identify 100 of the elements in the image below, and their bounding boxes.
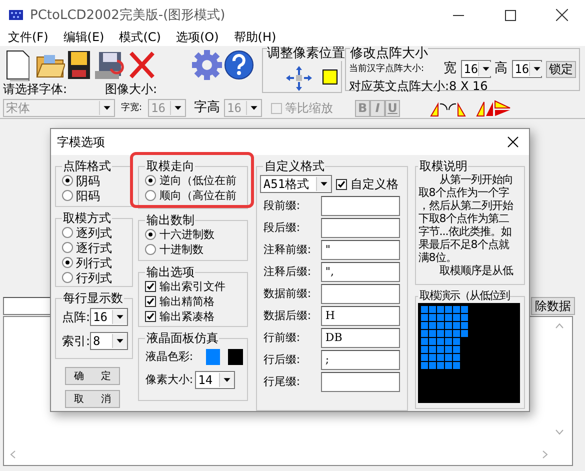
menu-item[interactable]: 模式(C) <box>119 30 161 46</box>
radio-label: 逆向（低位在前 <box>159 174 236 188</box>
text-field[interactable] <box>321 284 400 304</box>
menu-item[interactable]: 选项(O) <box>176 30 219 46</box>
font-label: 请选择字体: <box>3 82 68 96</box>
help-icon[interactable] <box>223 49 255 81</box>
radio-button[interactable] <box>62 190 73 201</box>
prefix-label: 行尾缀: <box>263 375 302 389</box>
checkbox[interactable] <box>336 178 348 190</box>
radio-label: 阴码 <box>76 174 100 188</box>
close-icon[interactable] <box>507 136 519 148</box>
prefix-label: 数据前缀: <box>263 287 312 301</box>
save-icon[interactable] <box>65 49 93 81</box>
menu-item[interactable]: 文件(F) <box>8 30 48 46</box>
caret-icon <box>112 310 128 324</box>
lcd-color-label: 液晶色彩: <box>145 350 194 364</box>
radio-label: 逐行式 <box>76 240 112 254</box>
english-size-label: 对应英文点阵大小:8 X 16 <box>349 79 489 93</box>
radio-button[interactable] <box>62 175 73 186</box>
char-width-label: 字宽: <box>121 102 142 115</box>
dot-label: 点阵: <box>62 310 90 324</box>
group-title: 自定义格式 <box>263 159 326 173</box>
menu-item[interactable]: 编辑(E) <box>63 30 104 46</box>
prefix-label: 注释前缀: <box>263 243 312 257</box>
clear-data-button[interactable]: 除数据 <box>531 297 575 315</box>
checkbox-label: 输出索引文件 <box>159 280 226 294</box>
radio-label: 逐列式 <box>76 226 112 240</box>
radio-button[interactable] <box>62 257 73 268</box>
group-title: 取模方式 <box>62 211 112 225</box>
radio-button[interactable] <box>62 242 73 253</box>
caret-icon <box>112 334 128 348</box>
caret-icon <box>529 62 544 76</box>
save-as-icon[interactable] <box>93 49 127 81</box>
group-title: 取模走向 <box>145 159 196 173</box>
window-title: PCtoLCD2002完美版-(图形模式) <box>30 7 226 24</box>
text-field[interactable]: ; <box>321 350 400 370</box>
text-field[interactable]: DB <box>321 328 400 348</box>
radio-button[interactable] <box>145 229 156 240</box>
delete-icon[interactable] <box>127 49 157 81</box>
move-pixels-icon[interactable] <box>285 65 339 92</box>
checkbox[interactable] <box>145 311 156 322</box>
group-title: 液晶面板仿真 <box>145 331 220 345</box>
text-field[interactable] <box>321 372 400 392</box>
group-title: 点阵格式 <box>62 159 112 173</box>
radio-button[interactable] <box>145 190 156 201</box>
format-dropdown[interactable]: A51格式 <box>260 175 332 193</box>
radio-button[interactable] <box>62 272 73 283</box>
rotate-icon[interactable] <box>448 100 466 116</box>
explanation-text: 从第一列开始向 取8个点作为一个字 ，然后从第二列开始 下取8个点作为第二 字节...依此类推。如 果最后不足8个点就 满8位。 取模顺序是从低 <box>418 173 514 277</box>
caret-icon <box>316 177 332 191</box>
radio-label: 列行式 <box>76 256 112 270</box>
lock-button[interactable]: 锁定 <box>546 60 576 78</box>
text-field[interactable]: " <box>321 240 400 260</box>
flip-icon[interactable] <box>476 100 494 116</box>
current-size-label: 当前汉字点阵大小: <box>349 62 426 76</box>
rotate-icon[interactable] <box>430 100 448 116</box>
checkbox[interactable] <box>145 296 156 307</box>
radio-label: 顺向（高位在前 <box>159 188 236 202</box>
index-dropdown[interactable]: 8 <box>90 332 128 350</box>
color-swatch[interactable] <box>228 349 244 365</box>
radio-button[interactable] <box>145 244 156 255</box>
checkbox-label: 自定义格 <box>350 177 398 191</box>
prefix-label: 段前缀: <box>263 199 302 213</box>
pixel-size-dropdown[interactable]: 14 <box>195 371 236 389</box>
close-icon <box>556 9 568 21</box>
prefix-label: 注释后缀: <box>263 265 312 279</box>
app-icon <box>8 8 24 22</box>
color-swatch[interactable] <box>206 349 220 365</box>
radio-label: 阳码 <box>76 188 100 202</box>
text-field[interactable] <box>321 196 400 216</box>
caret-icon <box>219 373 234 387</box>
radio-label: 行列式 <box>76 270 112 284</box>
maximize-icon <box>504 10 516 20</box>
char-height-label: 字高 <box>194 101 220 115</box>
image-size-label: 图像大小: <box>105 82 158 96</box>
checkbox-label: 输出紧凑格 <box>159 310 214 324</box>
caret-icon <box>478 62 494 76</box>
index-label: 索引: <box>62 334 90 348</box>
prefix-label: 行后缀: <box>263 353 302 367</box>
checkbox-label: 输出精简格 <box>159 294 214 308</box>
dot-dropdown[interactable]: 16 <box>90 308 128 326</box>
text-field[interactable] <box>321 218 400 238</box>
menu-item[interactable]: 帮助(H) <box>234 30 276 46</box>
group-title: 输出数制 <box>145 213 196 227</box>
radio-button[interactable] <box>145 175 156 186</box>
text-field[interactable]: ", <box>321 262 400 282</box>
height-dropdown[interactable]: 16 <box>512 60 542 78</box>
radio-label: 十六进制数 <box>159 228 214 242</box>
group-title: 修改点阵大小 <box>350 47 428 61</box>
radio-button[interactable] <box>62 227 73 238</box>
checkbox[interactable] <box>145 281 156 292</box>
radio-label: 十进制数 <box>159 242 204 256</box>
width-dropdown[interactable]: 16 <box>460 60 491 78</box>
text-field[interactable]: H <box>321 306 400 326</box>
cancel-button[interactable]: 取 消 <box>65 390 120 408</box>
width-label: 宽 <box>444 62 457 76</box>
height-label: 高 <box>494 62 508 76</box>
ok-button[interactable]: 确 定 <box>65 367 120 385</box>
flip-icon[interactable] <box>494 100 512 116</box>
pixel-size-label: 像素大小: <box>145 373 194 387</box>
